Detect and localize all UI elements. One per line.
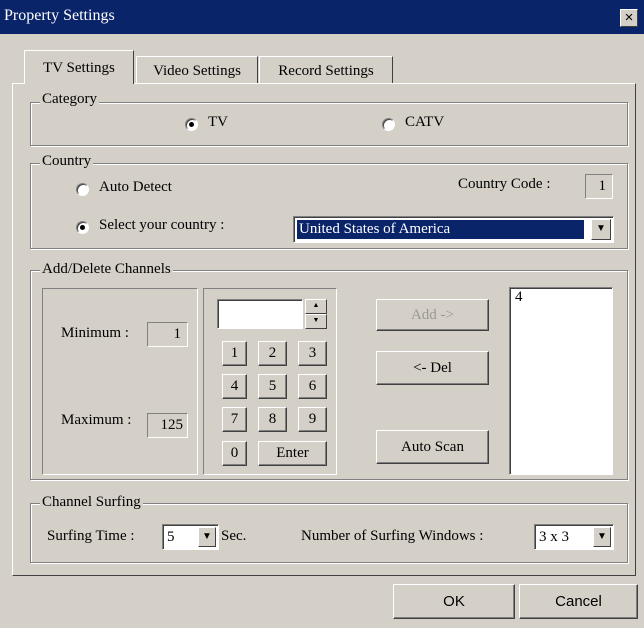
keypad-key-3[interactable]: 3	[298, 341, 327, 366]
list-item[interactable]: 4	[515, 289, 523, 306]
spin-up-icon[interactable]: ▲	[305, 299, 327, 314]
keypad-key-0[interactable]: 0	[222, 441, 247, 466]
tab-tv-settings[interactable]: TV Settings	[24, 50, 134, 84]
keypad-enter-button[interactable]: Enter	[258, 441, 327, 466]
keypad-key-1[interactable]: 1	[222, 341, 247, 366]
tab-video-settings[interactable]: Video Settings	[136, 56, 258, 83]
catv-radio[interactable]	[382, 118, 395, 131]
keypad-key-5[interactable]: 5	[258, 374, 287, 399]
channels-legend: Add/Delete Channels	[40, 261, 173, 278]
maximum-value: 125	[147, 413, 188, 438]
country-dropdown[interactable]: United States of America ▼	[293, 216, 614, 243]
cancel-button[interactable]: Cancel	[519, 584, 638, 619]
auto-scan-button[interactable]: Auto Scan	[376, 430, 489, 464]
surfing-time-value: 5	[167, 529, 175, 545]
select-country-label: Select your country :	[99, 217, 225, 233]
delete-channel-button[interactable]: <- Del	[376, 351, 489, 385]
tab-label: Video Settings	[153, 63, 241, 79]
surfing-time-label: Surfing Time :	[47, 528, 135, 544]
keypad-key-6[interactable]: 6	[298, 374, 327, 399]
country-selected-value: United States of America	[297, 220, 584, 239]
tab-label: Record Settings	[278, 63, 374, 79]
keypad-key-8[interactable]: 8	[258, 407, 287, 432]
keypad-key-9[interactable]: 9	[298, 407, 327, 432]
surfing-windows-label: Number of Surfing Windows :	[301, 528, 484, 544]
tab-record-settings[interactable]: Record Settings	[259, 56, 393, 83]
tv-label: TV	[208, 114, 228, 130]
maximum-label: Maximum :	[61, 412, 132, 428]
chevron-down-icon[interactable]: ▼	[198, 527, 216, 547]
min-max-panel	[42, 288, 198, 475]
keypad-key-4[interactable]: 4	[222, 374, 247, 399]
spin-down-icon[interactable]: ▼	[305, 314, 327, 329]
chevron-down-icon[interactable]: ▼	[591, 219, 611, 240]
title-bar[interactable]: Property Settings ×	[0, 0, 644, 34]
chevron-down-icon[interactable]: ▼	[593, 527, 611, 547]
keypad-key-7[interactable]: 7	[222, 407, 247, 432]
surfing-windows-dropdown[interactable]: 3 x 3 ▼	[534, 524, 614, 550]
add-channel-button[interactable]: Add ->	[376, 299, 489, 331]
country-legend: Country	[40, 153, 94, 170]
country-code-value: 1	[585, 174, 613, 199]
catv-label: CATV	[405, 114, 445, 130]
channel-list[interactable]: 4	[509, 287, 613, 475]
tab-label: TV Settings	[43, 60, 115, 76]
close-icon[interactable]: ×	[620, 9, 638, 27]
keypad-key-2[interactable]: 2	[258, 341, 287, 366]
minimum-label: Minimum :	[61, 325, 129, 341]
auto-detect-label: Auto Detect	[99, 179, 172, 195]
auto-detect-radio[interactable]	[76, 183, 89, 196]
category-legend: Category	[40, 91, 99, 108]
window-title: Property Settings	[4, 7, 115, 24]
country-code-label: Country Code :	[458, 176, 551, 192]
select-country-radio[interactable]	[76, 221, 89, 234]
sec-label: Sec.	[221, 528, 247, 544]
minimum-value: 1	[147, 322, 188, 347]
surfing-windows-value: 3 x 3	[539, 529, 569, 545]
surfing-legend: Channel Surfing	[40, 494, 143, 511]
channel-entry-input[interactable]	[217, 299, 303, 329]
tv-radio[interactable]	[185, 118, 198, 131]
category-group	[30, 102, 628, 146]
surfing-time-dropdown[interactable]: 5 ▼	[162, 524, 219, 550]
ok-button[interactable]: OK	[393, 584, 515, 619]
